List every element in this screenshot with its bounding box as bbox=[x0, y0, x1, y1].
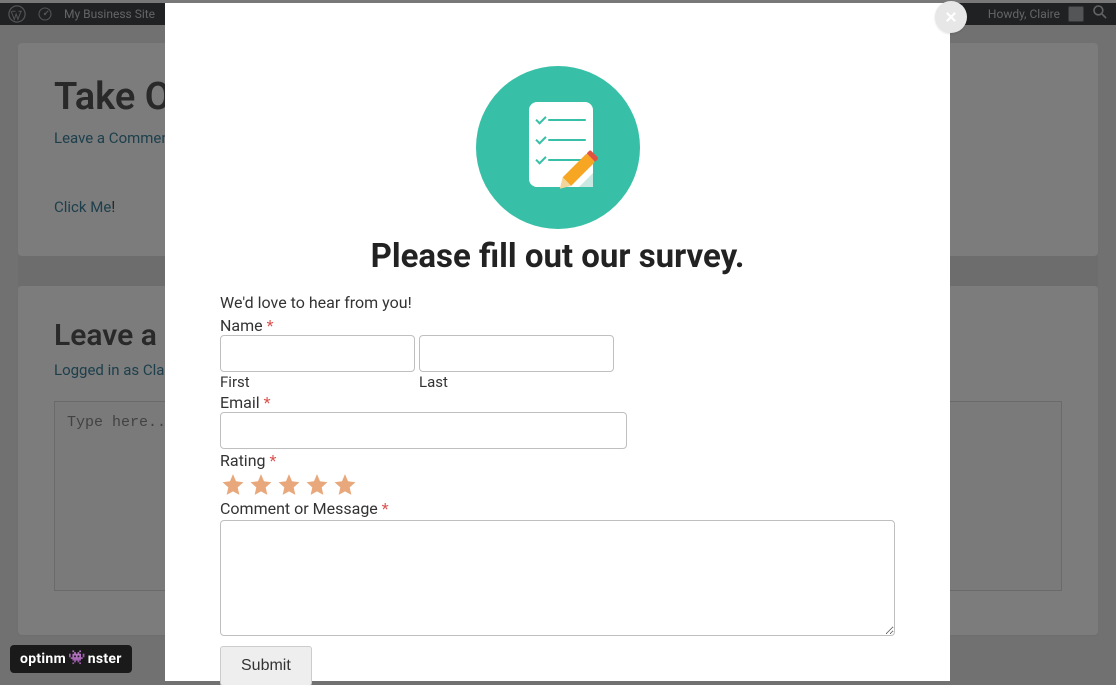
star-4[interactable] bbox=[304, 472, 330, 497]
survey-clipboard-icon bbox=[476, 66, 640, 229]
last-name-sublabel: Last bbox=[419, 373, 614, 391]
submit-button[interactable]: Submit bbox=[220, 646, 312, 685]
first-name-input[interactable] bbox=[220, 335, 415, 372]
badge-text-1: optinm bbox=[20, 651, 66, 667]
first-name-sublabel: First bbox=[220, 373, 415, 391]
star-1[interactable] bbox=[220, 472, 246, 497]
comment-label: Comment or Message * bbox=[220, 499, 895, 518]
rating-label: Rating * bbox=[220, 451, 895, 470]
close-button[interactable] bbox=[935, 1, 967, 33]
star-2[interactable] bbox=[248, 472, 274, 497]
modal-title: Please fill out our survey. bbox=[220, 237, 895, 276]
email-label: Email * bbox=[220, 393, 895, 412]
modal-intro: We'd love to hear from you! bbox=[220, 292, 895, 314]
star-3[interactable] bbox=[276, 472, 302, 497]
monster-icon: 👾 bbox=[68, 650, 86, 666]
survey-modal: Please fill out our survey. We'd love to… bbox=[165, 3, 950, 681]
star-5[interactable] bbox=[332, 472, 358, 497]
email-input[interactable] bbox=[220, 412, 627, 449]
name-label: Name * bbox=[220, 316, 895, 335]
last-name-input[interactable] bbox=[419, 335, 614, 372]
badge-text-2: nster bbox=[88, 651, 122, 667]
comment-textarea-modal[interactable] bbox=[220, 520, 895, 636]
rating-stars bbox=[220, 472, 895, 497]
optinmonster-badge[interactable]: optinm👾nster bbox=[10, 645, 132, 673]
